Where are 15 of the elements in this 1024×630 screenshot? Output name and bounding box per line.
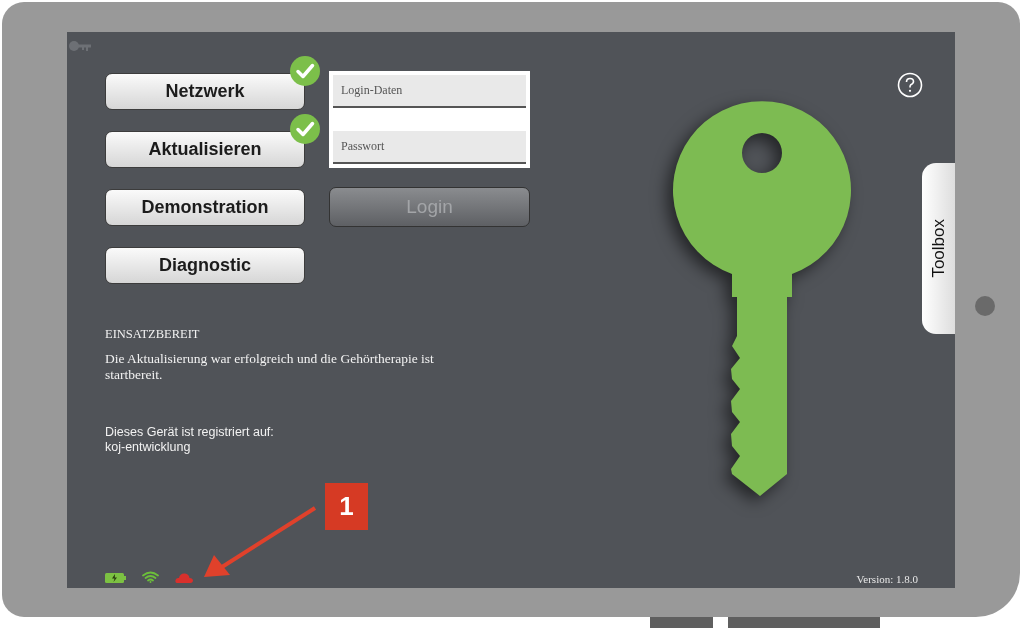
menu-button[interactable]: Aktualisieren <box>105 131 305 168</box>
input-field[interactable]: Login-Daten <box>333 75 526 108</box>
toolbox-tab[interactable]: Toolbox <box>922 163 955 334</box>
registration-account: koj-entwicklung <box>105 440 192 455</box>
key-icon <box>69 40 91 52</box>
registration-label: Dieses Gerät ist registriert auf: <box>105 425 275 440</box>
menu-button[interactable]: Netzwerk <box>105 73 305 110</box>
status-message: Die Aktualisierung war erfolgreich und die Gehörtherapie ist startbereit. <box>105 351 435 383</box>
callout-number: 1 <box>325 483 368 530</box>
input-field[interactable]: Passwort <box>333 131 526 164</box>
help-icon[interactable] <box>897 72 923 98</box>
menu-button[interactable]: Demonstration <box>105 189 305 226</box>
version-label: Version: 1.8.0 <box>856 573 918 585</box>
status-title: EINSATZBEREIT <box>105 327 201 342</box>
menu-button[interactable]: Diagnostic <box>105 247 305 284</box>
